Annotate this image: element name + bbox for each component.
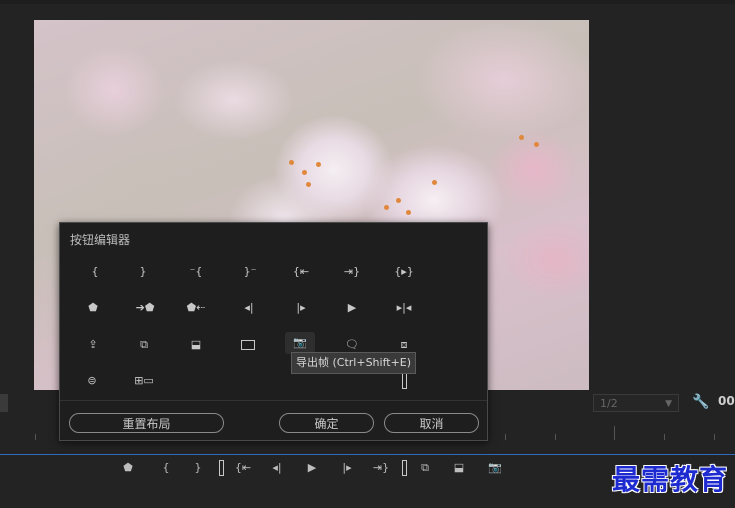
multi-camera-icon[interactable]: ⊞▭: [129, 370, 159, 392]
resolution-value: 1/2: [600, 397, 618, 410]
lift-icon[interactable]: ⇪: [78, 334, 108, 356]
overwrite-icon[interactable]: ⬓: [181, 334, 211, 356]
flower-detail: [316, 162, 321, 167]
ok-button[interactable]: 确定: [279, 413, 374, 433]
ruler-tick: [614, 426, 615, 440]
flower-detail: [406, 210, 411, 215]
step-forward-icon[interactable]: |▸: [286, 297, 316, 319]
mark-out-icon[interactable]: }: [187, 459, 209, 477]
button-editor-dialog: 按钮编辑器 { } ⁻{ }⁻ {⇤ ⇥} {▸} ⬟ ➔⬟ ⬟⇠ ◂| |▸ …: [59, 222, 488, 441]
step-forward-icon[interactable]: |▸: [336, 459, 358, 477]
play-stop-icon[interactable]: ▶: [301, 459, 323, 477]
export-frame-icon[interactable]: 📷: [285, 332, 315, 354]
go-to-next-marker-icon[interactable]: ➔⬟: [130, 297, 160, 319]
flower-detail: [306, 182, 311, 187]
ruler-tick: [664, 434, 665, 440]
go-to-out-icon[interactable]: ⇥}: [370, 459, 392, 477]
separator-bar-icon: [210, 459, 232, 477]
step-back-icon[interactable]: ◂|: [234, 297, 264, 319]
clear-out-icon[interactable]: }⁻: [235, 261, 265, 283]
export-frame-icon[interactable]: 📷: [484, 459, 506, 477]
step-back-icon[interactable]: ◂|: [266, 459, 288, 477]
insert-icon[interactable]: ⧉: [414, 459, 436, 477]
flower-detail: [534, 142, 539, 147]
flower-detail: [396, 198, 401, 203]
mark-in-icon[interactable]: {: [155, 459, 177, 477]
vr-video-icon[interactable]: ⊜: [77, 370, 107, 392]
playback-resolution-select[interactable]: 1/2 ▼: [593, 394, 679, 412]
flower-detail: [519, 135, 524, 140]
play-stop-icon[interactable]: ▶: [337, 297, 367, 319]
flower-detail: [384, 205, 389, 210]
flower-detail: [289, 160, 294, 165]
safe-margins-icon[interactable]: [233, 334, 263, 356]
dialog-title: 按钮编辑器: [70, 233, 131, 247]
go-to-in-icon[interactable]: {⇤: [232, 459, 254, 477]
duration-timecode: 00: [718, 394, 735, 408]
mark-in-icon[interactable]: {: [80, 261, 110, 283]
dialog-divider: [60, 400, 487, 401]
watermark-logo: 最需教育: [612, 463, 729, 496]
add-marker-icon[interactable]: ⬟: [78, 297, 108, 319]
go-to-in-icon[interactable]: {⇤: [286, 261, 316, 283]
export-frame-tooltip: 导出帧 (Ctrl+Shift+E): [291, 352, 417, 374]
timeline-track-line: [0, 454, 735, 455]
go-to-out-icon[interactable]: ⇥}: [337, 261, 367, 283]
ruler-tick: [35, 434, 36, 440]
flower-detail: [432, 180, 437, 185]
overwrite-icon[interactable]: ⬓: [448, 459, 470, 477]
wrench-settings-icon[interactable]: 🔧: [692, 394, 709, 410]
go-to-previous-marker-icon[interactable]: ⬟⇠: [181, 297, 211, 319]
ruler-tick: [714, 434, 715, 440]
chevron-down-icon: ▼: [665, 399, 672, 409]
separator-bar-icon: [393, 459, 415, 477]
reset-layout-button[interactable]: 重置布局: [69, 413, 224, 433]
fit-dropdown[interactable]: [0, 394, 8, 412]
clear-in-icon[interactable]: ⁻{: [181, 261, 211, 283]
flower-detail: [302, 170, 307, 175]
top-bar: [0, 0, 735, 4]
play-around-icon[interactable]: ▸|◂: [389, 297, 419, 319]
ruler-tick: [505, 434, 506, 440]
add-marker-icon[interactable]: ⬟: [117, 459, 139, 477]
mark-out-icon[interactable]: }: [128, 261, 158, 283]
cancel-button[interactable]: 取消: [384, 413, 479, 433]
insert-icon[interactable]: ⧉: [129, 334, 159, 356]
ruler-tick: [555, 434, 556, 440]
play-in-to-out-icon[interactable]: {▸}: [389, 261, 419, 283]
